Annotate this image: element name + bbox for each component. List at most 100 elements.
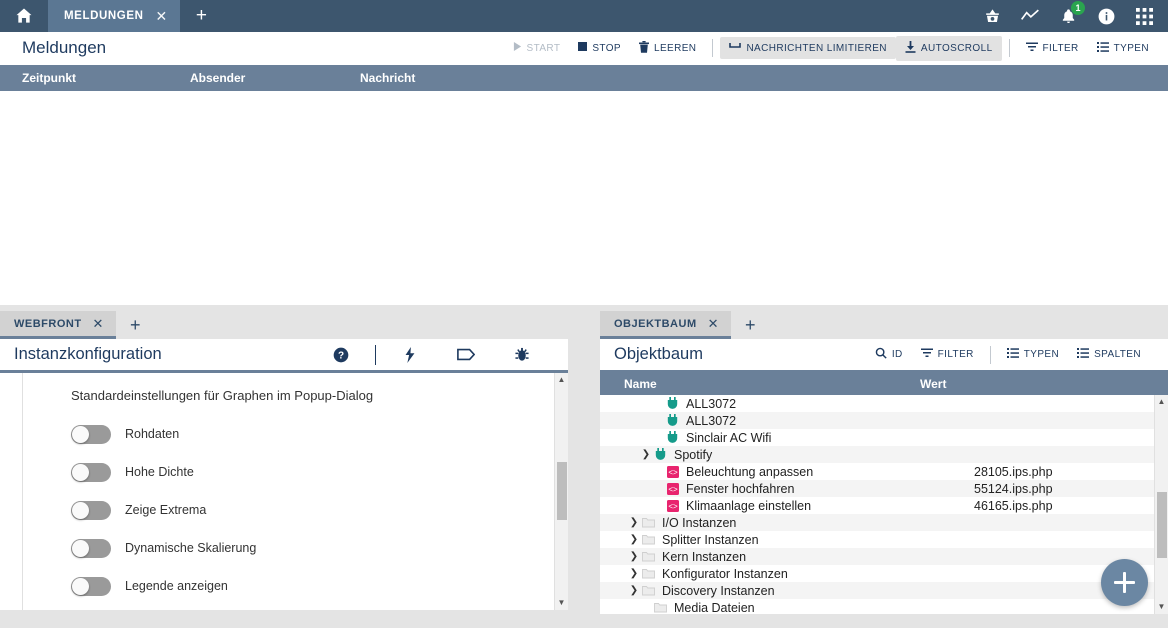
table-row[interactable]: ❯Splitter Instanzen: [600, 531, 1154, 548]
toggle-rohdaten[interactable]: [71, 425, 111, 444]
clear-button[interactable]: LEEREN: [630, 36, 705, 61]
subtab-label: WEBFRONT: [14, 318, 82, 330]
column-header-nachricht[interactable]: Nachricht: [360, 71, 1168, 85]
tree-item-label: Media Dateien: [669, 601, 974, 615]
toggle-row-zeige-extrema[interactable]: Zeige Extrema: [53, 491, 554, 529]
table-row[interactable]: ❯Spotify: [600, 446, 1154, 463]
toggle-legende-anzeigen[interactable]: [71, 577, 111, 596]
notification-bell-icon[interactable]: 1: [1058, 6, 1078, 26]
toggle-hohe-dichte[interactable]: [71, 463, 111, 482]
types-button[interactable]: TYPEN: [1088, 37, 1158, 60]
table-row[interactable]: ALL3072: [600, 395, 1154, 412]
tree-types-button[interactable]: TYPEN: [998, 343, 1068, 366]
messages-column-header: Zeitpunkt Absender Nachricht: [0, 65, 1168, 91]
script-icon: <>: [664, 466, 681, 478]
table-row[interactable]: ❯Discovery Instanzen: [600, 582, 1154, 599]
table-row[interactable]: ❯Kern Instanzen: [600, 548, 1154, 565]
chevron-right-icon[interactable]: ❯: [628, 534, 640, 545]
scroll-thumb[interactable]: [557, 462, 567, 520]
table-row[interactable]: Sinclair AC Wifi: [600, 429, 1154, 446]
toggle-row-rohdaten[interactable]: Rohdaten: [53, 415, 554, 453]
add-webfront-tab-button[interactable]: +: [116, 311, 155, 339]
chevron-right-icon[interactable]: ❯: [628, 517, 640, 528]
topbar-spacer: [223, 0, 982, 32]
toggle-row-legende-anzeigen[interactable]: Legende anzeigen: [53, 567, 554, 605]
config-section-label: Standardeinstellungen für Graphen im Pop…: [53, 381, 554, 415]
toggle-zeige-extrema[interactable]: [71, 501, 111, 520]
tree-filter-button[interactable]: FILTER: [912, 343, 983, 366]
tree-tools-divider: [990, 346, 991, 364]
table-row[interactable]: ALL3072: [600, 412, 1154, 429]
table-row[interactable]: ❯ Konfigurator Instanzen: [600, 565, 1154, 582]
apps-grid-icon[interactable]: [1134, 6, 1154, 26]
topbar-icon-group: 1: [982, 0, 1168, 32]
toggle-row-dynamische-skalierung[interactable]: Dynamische Skalierung: [53, 529, 554, 567]
table-row[interactable]: Media Dateien: [600, 599, 1154, 614]
column-header-wert[interactable]: Wert: [920, 377, 946, 391]
limit-messages-button[interactable]: NACHRICHTEN LIMITIEREN: [720, 37, 895, 59]
autoscroll-button[interactable]: AUTOSCROLL: [896, 36, 1002, 61]
scroll-up-icon[interactable]: ▲: [1158, 398, 1166, 406]
scroll-down-icon[interactable]: ▼: [1158, 603, 1166, 611]
tree-types-label: TYPEN: [1024, 349, 1059, 360]
scroll-track[interactable]: [555, 384, 568, 599]
table-row[interactable]: <>Klimaanlage einstellen46165.ips.php: [600, 497, 1154, 514]
search-id-icon: [875, 347, 887, 362]
column-header-absender[interactable]: Absender: [190, 71, 360, 85]
limit-icon: [729, 42, 741, 54]
filter-icon: [921, 348, 933, 361]
trend-chart-icon[interactable]: [1020, 6, 1040, 26]
basket-icon[interactable]: [982, 6, 1002, 26]
config-scrollbar[interactable]: ▲ ▼: [554, 373, 568, 610]
lightning-icon[interactable]: [382, 347, 438, 363]
help-icon[interactable]: ?: [313, 347, 369, 363]
start-button[interactable]: START: [504, 37, 570, 59]
search-id-label: ID: [892, 349, 903, 360]
scroll-thumb[interactable]: [1157, 492, 1167, 558]
chevron-right-icon[interactable]: ❯: [628, 551, 640, 562]
add-objecttree-tab-button[interactable]: +: [731, 311, 770, 339]
toggle-dynamische-skalierung[interactable]: [71, 539, 111, 558]
scroll-down-icon[interactable]: ▼: [558, 599, 566, 607]
scroll-up-icon[interactable]: ▲: [558, 376, 566, 384]
scroll-track[interactable]: [1155, 406, 1168, 603]
tree-item-value: 46165.ips.php: [974, 499, 1154, 513]
tag-icon[interactable]: [438, 348, 494, 361]
pane-divider[interactable]: [568, 305, 600, 628]
add-tab-button[interactable]: +: [180, 0, 223, 32]
table-row[interactable]: <>Fenster hochfahren55124.ips.php: [600, 480, 1154, 497]
folder-icon: [652, 602, 669, 613]
tree-columns-label: SPALTEN: [1094, 349, 1141, 360]
info-icon[interactable]: [1096, 6, 1116, 26]
table-row[interactable]: <>Beleuchtung anpassen28105.ips.php: [600, 463, 1154, 480]
chevron-right-icon[interactable]: ❯: [640, 449, 652, 460]
close-icon[interactable]: ✕: [93, 316, 104, 332]
stop-button[interactable]: STOP: [569, 37, 630, 59]
column-header-zeitpunkt[interactable]: Zeitpunkt: [0, 71, 190, 85]
close-icon[interactable]: ✕: [156, 8, 168, 25]
table-row[interactable]: ❯I/O Instanzen: [600, 514, 1154, 531]
filter-button[interactable]: FILTER: [1017, 37, 1088, 60]
page-title: Meldungen: [22, 38, 106, 58]
column-header-name[interactable]: Name: [600, 377, 920, 391]
home-icon[interactable]: [0, 0, 48, 32]
tree-scrollbar[interactable]: ▲ ▼: [1154, 395, 1168, 614]
search-id-button[interactable]: ID: [866, 342, 912, 367]
tab-meldungen[interactable]: MELDUNGEN ✕: [48, 0, 180, 32]
toggle-row-hohe-dichte[interactable]: Hohe Dichte: [53, 453, 554, 491]
add-object-button[interactable]: [1101, 559, 1148, 606]
instance-config-card: Instanzkonfiguration ?: [0, 339, 568, 610]
close-icon[interactable]: ✕: [708, 316, 719, 332]
svg-text:<>: <>: [668, 502, 678, 511]
chevron-right-icon[interactable]: ❯: [628, 568, 640, 579]
tree-item-label: Konfigurator Instanzen: [657, 567, 974, 581]
tree-item-label: ALL3072: [681, 397, 974, 411]
tab-objektbaum[interactable]: OBJEKTBAUM ✕: [600, 311, 731, 339]
chevron-right-icon[interactable]: ❯: [628, 585, 640, 596]
config-form: Standardeinstellungen für Graphen im Pop…: [22, 373, 554, 610]
top-bar: MELDUNGEN ✕ + 1: [0, 0, 1168, 32]
bug-icon[interactable]: [494, 347, 550, 362]
tree-columns-button[interactable]: SPALTEN: [1068, 343, 1150, 366]
tab-webfront[interactable]: WEBFRONT ✕: [0, 311, 116, 339]
folder-icon: [640, 534, 657, 545]
